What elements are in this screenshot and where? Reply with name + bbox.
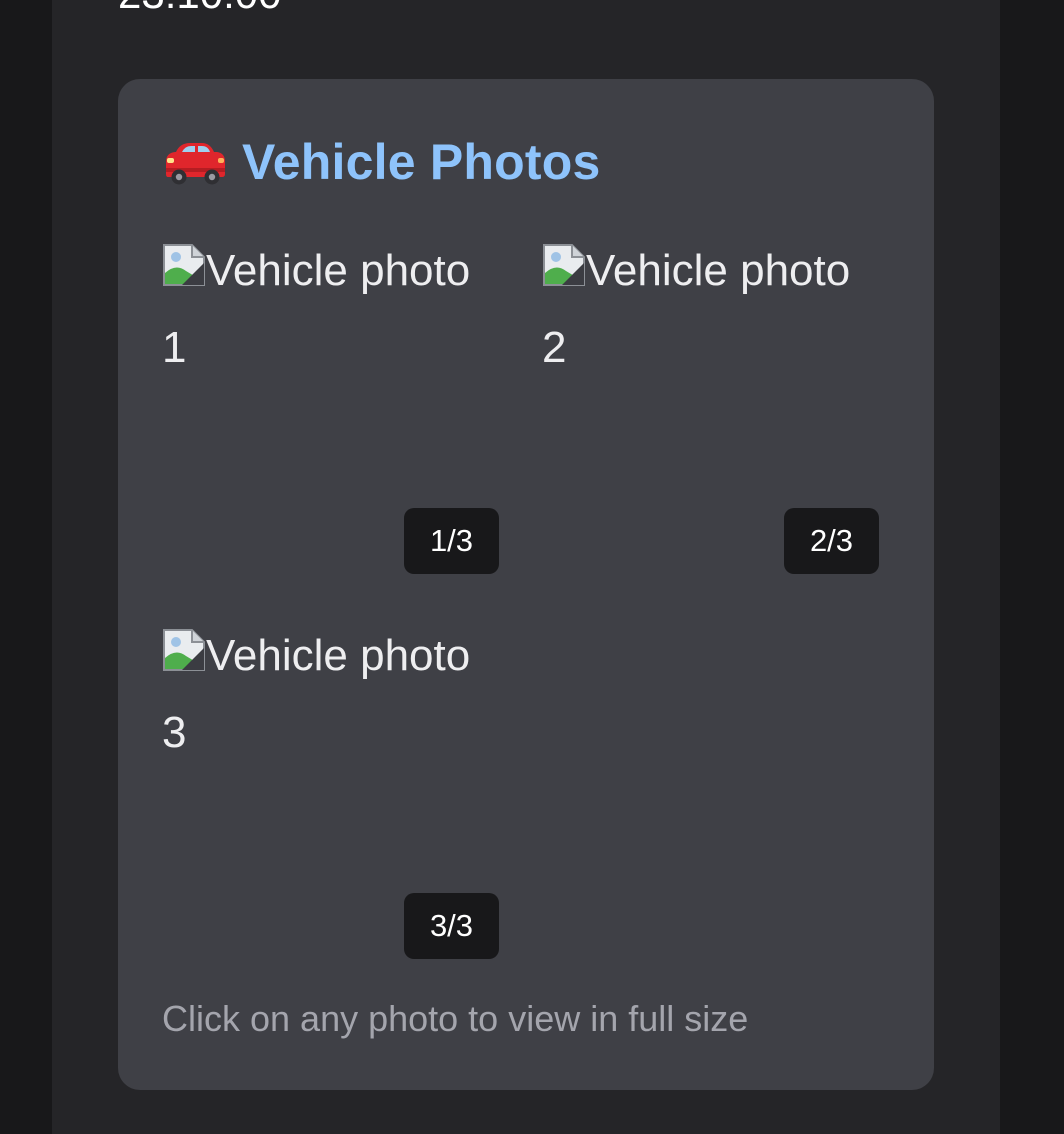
photo-alt-label: Vehicle photo 2 <box>542 246 851 372</box>
photo-alt-text: Vehicle photo 1 <box>162 232 506 386</box>
content-column: 23:10:00 Vehicle Photos <box>52 0 1000 1134</box>
photo-counter-badge: 3/3 <box>404 893 499 959</box>
photo-alt-text: Vehicle photo 2 <box>542 232 886 386</box>
vehicle-photo-2[interactable]: Vehicle photo 2 2/3 <box>542 232 886 577</box>
section-heading: Vehicle Photos <box>162 134 600 190</box>
photo-alt-text: Vehicle photo 3 <box>162 617 506 771</box>
broken-image-icon <box>162 619 206 671</box>
vehicle-photos-card: Vehicle Photos Vehicle photo 1 1/3 Vehic… <box>118 79 934 1090</box>
photo-counter-badge: 1/3 <box>404 508 499 574</box>
section-title: Vehicle Photos <box>242 134 601 190</box>
broken-image-icon <box>162 234 206 286</box>
time-value: 23:10:00 <box>118 0 282 18</box>
photo-hint-text: Click on any photo to view in full size <box>162 998 749 1039</box>
photo-counter-badge: 2/3 <box>784 508 879 574</box>
photo-alt-label: Vehicle photo 3 <box>162 631 471 757</box>
car-icon <box>162 138 228 186</box>
vehicle-photo-3[interactable]: Vehicle photo 3 3/3 <box>162 617 506 962</box>
vehicle-photo-1[interactable]: Vehicle photo 1 1/3 <box>162 232 506 577</box>
broken-image-icon <box>542 234 586 286</box>
photo-alt-label: Vehicle photo 1 <box>162 246 471 372</box>
